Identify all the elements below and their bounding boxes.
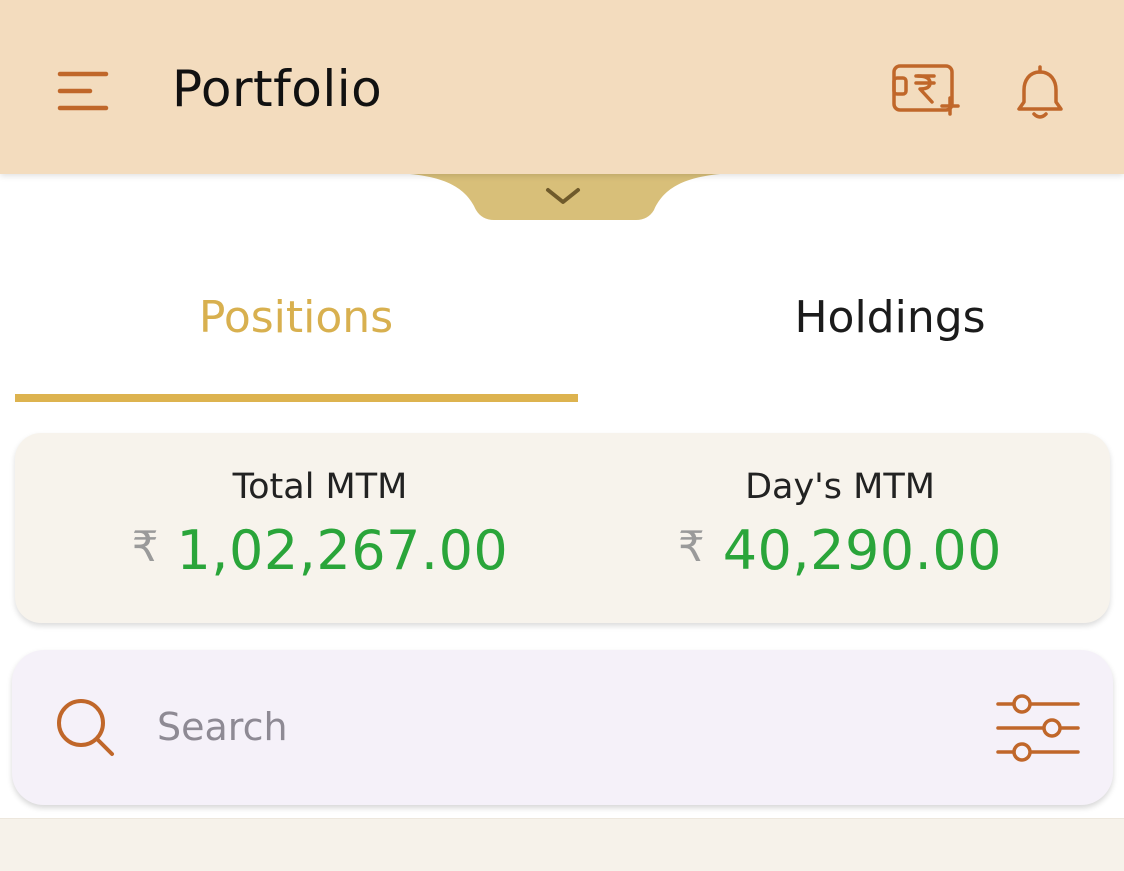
active-tab-indicator — [15, 394, 578, 402]
portfolio-tabs: Positions Holdings — [0, 270, 1124, 410]
rupee-icon: ₹ — [131, 522, 159, 571]
tab-holdings[interactable]: Holdings — [610, 270, 1124, 402]
tab-holdings-label: Holdings — [794, 292, 986, 343]
positions-list-area — [0, 818, 1124, 871]
days-mtm-label: Day's MTM — [745, 467, 935, 507]
search-input[interactable] — [157, 695, 937, 759]
menu-icon — [57, 71, 109, 111]
total-mtm-value: 1,02,267.00 — [176, 519, 509, 582]
expand-toggle-tab[interactable] — [410, 170, 720, 224]
filter-button[interactable] — [992, 690, 1084, 766]
days-mtm-value: 40,290.00 — [722, 519, 1003, 582]
search-bar — [12, 650, 1113, 805]
tab-positions[interactable]: Positions — [15, 270, 577, 402]
days-mtm: Day's MTM ₹ 40,290.00 — [585, 467, 1095, 582]
bell-icon — [1017, 65, 1063, 119]
days-mtm-value-row: ₹ 40,290.00 — [585, 519, 1095, 582]
app-bar: Portfolio — [0, 0, 1124, 174]
toggle-tab-shape — [410, 174, 720, 220]
page-title: Portfolio — [172, 60, 383, 118]
total-mtm: Total MTM ₹ 1,02,267.00 — [55, 467, 585, 582]
mtm-summary-card: Total MTM ₹ 1,02,267.00 Day's MTM ₹ 40,2… — [15, 433, 1110, 623]
menu-button[interactable] — [52, 66, 114, 116]
add-funds-button[interactable] — [888, 58, 966, 122]
rupee-add-funds-icon — [892, 64, 960, 116]
search-icon[interactable] — [54, 696, 118, 760]
notifications-button[interactable] — [1012, 64, 1068, 124]
tab-positions-label: Positions — [198, 292, 394, 343]
total-mtm-label: Total MTM — [232, 467, 408, 507]
rupee-icon: ₹ — [677, 522, 705, 571]
filter-sliders-icon — [996, 694, 1080, 762]
total-mtm-value-row: ₹ 1,02,267.00 — [55, 519, 585, 582]
